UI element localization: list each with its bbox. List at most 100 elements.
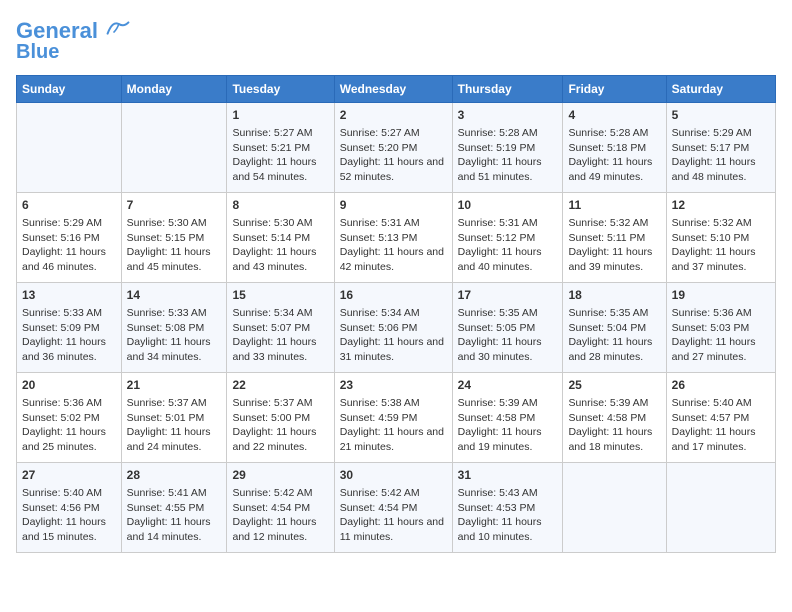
day-info: Sunrise: 5:37 AM Sunset: 5:01 PM Dayligh… (127, 397, 211, 453)
calendar-cell: 4 Sunrise: 5:28 AM Sunset: 5:18 PM Daylig… (563, 103, 666, 193)
day-info: Sunrise: 5:38 AM Sunset: 4:59 PM Dayligh… (340, 397, 444, 453)
calendar-cell: 10Sunrise: 5:31 AM Sunset: 5:12 PM Dayli… (452, 193, 563, 283)
day-info: Sunrise: 5:29 AM Sunset: 5:17 PM Dayligh… (672, 127, 756, 183)
calendar-cell (121, 103, 227, 193)
calendar-cell: 14 Sunrise: 5:33 AM Sunset: 5:08 PM Dayli… (121, 283, 227, 373)
day-number: 21 (127, 377, 222, 394)
day-header-sunday: Sunday (17, 76, 122, 103)
calendar-cell: 9 Sunrise: 5:31 AM Sunset: 5:13 PM Daylig… (334, 193, 452, 283)
day-info: Sunrise: 5:33 AM Sunset: 5:08 PM Dayligh… (127, 307, 211, 363)
day-number: 7 (127, 197, 222, 214)
day-info: Sunrise: 5:39 AM Sunset: 4:58 PM Dayligh… (458, 397, 542, 453)
week-row-1: 1 Sunrise: 5:27 AM Sunset: 5:21 PM Daylig… (17, 103, 776, 193)
day-info: Sunrise: 5:37 AM Sunset: 5:00 PM Dayligh… (232, 397, 316, 453)
day-header-friday: Friday (563, 76, 666, 103)
day-info: Sunrise: 5:42 AM Sunset: 4:54 PM Dayligh… (340, 487, 444, 543)
day-number: 12 (672, 197, 770, 214)
day-info: Sunrise: 5:32 AM Sunset: 5:10 PM Dayligh… (672, 217, 756, 273)
calendar-table: SundayMondayTuesdayWednesdayThursdayFrid… (16, 75, 776, 553)
day-number: 26 (672, 377, 770, 394)
day-header-wednesday: Wednesday (334, 76, 452, 103)
week-row-5: 27 Sunrise: 5:40 AM Sunset: 4:56 PM Dayli… (17, 463, 776, 553)
calendar-cell: 29 Sunrise: 5:42 AM Sunset: 4:54 PM Dayli… (227, 463, 334, 553)
calendar-cell: 7 Sunrise: 5:30 AM Sunset: 5:15 PM Daylig… (121, 193, 227, 283)
calendar-cell: 6Sunrise: 5:29 AM Sunset: 5:16 PM Daylig… (17, 193, 122, 283)
day-number: 19 (672, 287, 770, 304)
calendar-cell: 27 Sunrise: 5:40 AM Sunset: 4:56 PM Dayli… (17, 463, 122, 553)
day-info: Sunrise: 5:28 AM Sunset: 5:18 PM Dayligh… (568, 127, 652, 183)
calendar-cell: 2 Sunrise: 5:27 AM Sunset: 5:20 PM Daylig… (334, 103, 452, 193)
calendar-cell: 18Sunrise: 5:35 AM Sunset: 5:04 PM Dayli… (563, 283, 666, 373)
day-info: Sunrise: 5:35 AM Sunset: 5:05 PM Dayligh… (458, 307, 542, 363)
week-row-4: 20 Sunrise: 5:36 AM Sunset: 5:02 PM Dayli… (17, 373, 776, 463)
day-info: Sunrise: 5:27 AM Sunset: 5:21 PM Dayligh… (232, 127, 316, 183)
calendar-cell: 22 Sunrise: 5:37 AM Sunset: 5:00 PM Dayli… (227, 373, 334, 463)
day-number: 3 (458, 107, 558, 124)
day-number: 30 (340, 467, 447, 484)
day-number: 17 (458, 287, 558, 304)
logo-bird-icon (106, 18, 130, 38)
day-number: 20 (22, 377, 116, 394)
day-info: Sunrise: 5:28 AM Sunset: 5:19 PM Dayligh… (458, 127, 542, 183)
day-number: 1 (232, 107, 328, 124)
calendar-cell: 5Sunrise: 5:29 AM Sunset: 5:17 PM Daylig… (666, 103, 775, 193)
day-number: 4 (568, 107, 660, 124)
day-number: 9 (340, 197, 447, 214)
day-info: Sunrise: 5:39 AM Sunset: 4:58 PM Dayligh… (568, 397, 652, 453)
day-info: Sunrise: 5:27 AM Sunset: 5:20 PM Dayligh… (340, 127, 444, 183)
day-number: 13 (22, 287, 116, 304)
day-number: 31 (458, 467, 558, 484)
day-header-thursday: Thursday (452, 76, 563, 103)
day-info: Sunrise: 5:36 AM Sunset: 5:02 PM Dayligh… (22, 397, 106, 453)
calendar-cell: 12 Sunrise: 5:32 AM Sunset: 5:10 PM Dayli… (666, 193, 775, 283)
day-header-monday: Monday (121, 76, 227, 103)
calendar-cell: 31Sunrise: 5:43 AM Sunset: 4:53 PM Dayli… (452, 463, 563, 553)
logo-text: General (16, 16, 130, 43)
day-info: Sunrise: 5:36 AM Sunset: 5:03 PM Dayligh… (672, 307, 756, 363)
day-info: Sunrise: 5:41 AM Sunset: 4:55 PM Dayligh… (127, 487, 211, 543)
page-header: General Blue (16, 16, 776, 63)
logo: General Blue (16, 16, 130, 63)
calendar-cell: 24 Sunrise: 5:39 AM Sunset: 4:58 PM Dayli… (452, 373, 563, 463)
day-number: 28 (127, 467, 222, 484)
calendar-cell (666, 463, 775, 553)
day-info: Sunrise: 5:30 AM Sunset: 5:15 PM Dayligh… (127, 217, 211, 273)
calendar-cell: 26Sunrise: 5:40 AM Sunset: 4:57 PM Dayli… (666, 373, 775, 463)
day-number: 29 (232, 467, 328, 484)
calendar-cell: 15Sunrise: 5:34 AM Sunset: 5:07 PM Dayli… (227, 283, 334, 373)
day-info: Sunrise: 5:31 AM Sunset: 5:13 PM Dayligh… (340, 217, 444, 273)
calendar-cell: 17 Sunrise: 5:35 AM Sunset: 5:05 PM Dayli… (452, 283, 563, 373)
calendar-cell: 13Sunrise: 5:33 AM Sunset: 5:09 PM Dayli… (17, 283, 122, 373)
day-info: Sunrise: 5:30 AM Sunset: 5:14 PM Dayligh… (232, 217, 316, 273)
day-info: Sunrise: 5:40 AM Sunset: 4:56 PM Dayligh… (22, 487, 106, 543)
calendar-cell: 19 Sunrise: 5:36 AM Sunset: 5:03 PM Dayli… (666, 283, 775, 373)
day-number: 16 (340, 287, 447, 304)
calendar-cell (563, 463, 666, 553)
day-info: Sunrise: 5:42 AM Sunset: 4:54 PM Dayligh… (232, 487, 316, 543)
day-number: 10 (458, 197, 558, 214)
week-row-3: 13Sunrise: 5:33 AM Sunset: 5:09 PM Dayli… (17, 283, 776, 373)
calendar-cell: 16 Sunrise: 5:34 AM Sunset: 5:06 PM Dayli… (334, 283, 452, 373)
calendar-cell: 1 Sunrise: 5:27 AM Sunset: 5:21 PM Daylig… (227, 103, 334, 193)
day-number: 24 (458, 377, 558, 394)
day-info: Sunrise: 5:29 AM Sunset: 5:16 PM Dayligh… (22, 217, 106, 273)
day-header-saturday: Saturday (666, 76, 775, 103)
day-number: 27 (22, 467, 116, 484)
day-number: 15 (232, 287, 328, 304)
day-number: 11 (568, 197, 660, 214)
calendar-cell: 25Sunrise: 5:39 AM Sunset: 4:58 PM Dayli… (563, 373, 666, 463)
calendar-cell: 3 Sunrise: 5:28 AM Sunset: 5:19 PM Daylig… (452, 103, 563, 193)
day-info: Sunrise: 5:34 AM Sunset: 5:06 PM Dayligh… (340, 307, 444, 363)
day-number: 2 (340, 107, 447, 124)
day-info: Sunrise: 5:32 AM Sunset: 5:11 PM Dayligh… (568, 217, 652, 273)
calendar-cell (17, 103, 122, 193)
day-number: 8 (232, 197, 328, 214)
day-info: Sunrise: 5:35 AM Sunset: 5:04 PM Dayligh… (568, 307, 652, 363)
calendar-cell: 30 Sunrise: 5:42 AM Sunset: 4:54 PM Dayli… (334, 463, 452, 553)
calendar-cell: 11 Sunrise: 5:32 AM Sunset: 5:11 PM Dayli… (563, 193, 666, 283)
logo-text2: Blue (16, 41, 130, 63)
header-row: SundayMondayTuesdayWednesdayThursdayFrid… (17, 76, 776, 103)
day-number: 14 (127, 287, 222, 304)
calendar-cell: 8 Sunrise: 5:30 AM Sunset: 5:14 PM Daylig… (227, 193, 334, 283)
day-number: 22 (232, 377, 328, 394)
